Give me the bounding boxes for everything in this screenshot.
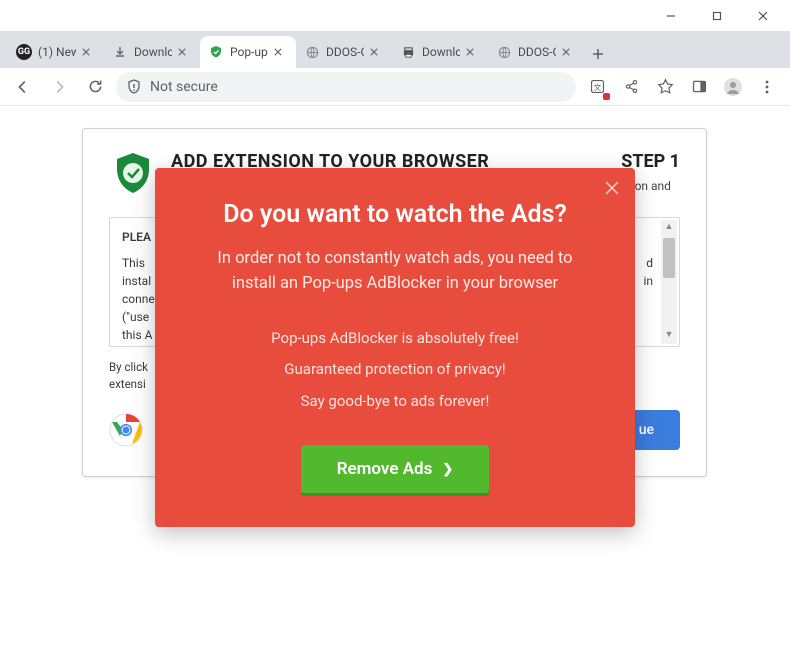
modal-title: Do you want to watch the Ads?: [195, 200, 595, 229]
window-maximize-button[interactable]: [694, 1, 740, 31]
tab-ddos-2[interactable]: DDOS-GU: [488, 36, 584, 68]
modal-bullet: Pop-ups AdBlocker is absolutely free!: [195, 323, 595, 355]
tab-strip: GG (1) New M Download Pop-ups DDOS-GU Do…: [0, 32, 790, 68]
close-icon[interactable]: [562, 45, 576, 59]
window-close-button[interactable]: [740, 1, 786, 31]
tab-label: Pop-ups: [230, 45, 268, 59]
scroll-down-icon[interactable]: ▼: [661, 328, 677, 344]
translate-button[interactable]: 文: [582, 72, 612, 102]
scroll-up-icon[interactable]: ▲: [661, 220, 677, 236]
browser-toolbar: Not secure 文: [0, 68, 790, 106]
svg-text:文: 文: [593, 82, 601, 92]
close-icon[interactable]: [82, 45, 96, 59]
new-tab-button[interactable]: [584, 40, 612, 68]
close-icon[interactable]: [178, 45, 192, 59]
shield-badge-icon: [109, 151, 157, 199]
tab-label: Download: [134, 45, 172, 59]
modal-bullet: Guaranteed protection of privacy!: [195, 354, 595, 386]
close-icon[interactable]: [370, 45, 384, 59]
globe-icon: [304, 44, 320, 60]
chrome-logo-icon: [109, 413, 143, 447]
not-secure-icon: [126, 79, 142, 95]
address-text: Not secure: [150, 79, 218, 95]
modal-bullets: Pop-ups AdBlocker is absolutely free! Gu…: [195, 323, 595, 418]
agreement-body-right: d in: [643, 254, 653, 347]
tab-label: DDOS-GU: [518, 45, 556, 59]
side-panel-button[interactable]: [684, 72, 714, 102]
remove-ads-label: Remove Ads: [337, 459, 433, 479]
scrollbar[interactable]: ▲ ▼: [661, 220, 677, 344]
download-icon: [112, 44, 128, 60]
chevron-right-icon: ❯: [442, 462, 453, 477]
close-icon[interactable]: [466, 45, 480, 59]
modal-subtitle: In order not to constantly watch ads, yo…: [195, 247, 595, 297]
modal-close-button[interactable]: [603, 180, 621, 198]
agreement-body-left: This instal conne ("use this A there the…: [122, 254, 155, 347]
address-bar[interactable]: Not secure: [116, 72, 576, 102]
window-minimize-button[interactable]: [648, 1, 694, 31]
tab-label: (1) New M: [38, 45, 76, 59]
back-button[interactable]: [8, 72, 38, 102]
share-button[interactable]: [616, 72, 646, 102]
globe-icon: [496, 44, 512, 60]
scroll-thumb[interactable]: [663, 238, 675, 278]
profile-button[interactable]: [718, 72, 748, 102]
accept-label: ue: [639, 422, 654, 438]
tab-popups[interactable]: Pop-ups: [200, 36, 296, 68]
printer-icon: [400, 44, 416, 60]
reload-button[interactable]: [80, 72, 110, 102]
remove-ads-button[interactable]: Remove Ads ❯: [301, 445, 490, 493]
menu-button[interactable]: [752, 72, 782, 102]
bookmark-button[interactable]: [650, 72, 680, 102]
shield-icon: [208, 44, 224, 60]
tab-label: Download: [422, 45, 460, 59]
tab-ddos-1[interactable]: DDOS-GU: [296, 36, 392, 68]
window-titlebar: [0, 0, 790, 32]
forward-button[interactable]: [44, 72, 74, 102]
tab-download-1[interactable]: Download: [104, 36, 200, 68]
ads-modal: Do you want to watch the Ads? In order n…: [155, 168, 635, 527]
tab-label: DDOS-GU: [326, 45, 364, 59]
close-icon[interactable]: [274, 45, 288, 59]
tab-new-message[interactable]: GG (1) New M: [8, 36, 104, 68]
modal-bullet: Say good-bye to ads forever!: [195, 386, 595, 418]
tab-download-2[interactable]: Download: [392, 36, 488, 68]
page-content: pcrisk.com ADD EXTENSION TO YOUR BROWSER…: [0, 106, 790, 662]
favicon-gg-icon: GG: [16, 44, 32, 60]
